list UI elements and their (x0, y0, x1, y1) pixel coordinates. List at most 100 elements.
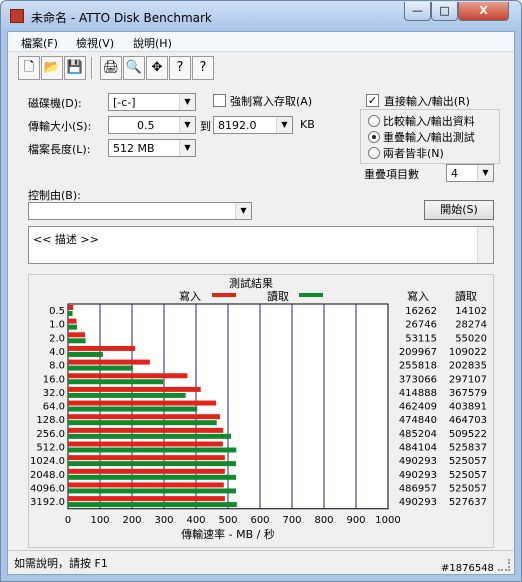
result-chart: 測試結果寫入 讀取 寫入 讀取 0 100 200 300 400 500 600 700 800 900… (30, 276, 487, 541)
write-value: 16262 (405, 306, 437, 317)
x-tick-label: 1000 (375, 515, 400, 526)
read-bar (68, 461, 237, 467)
status-bar: 如需說明，請按 F1 #1876548 (8, 550, 514, 574)
write-value: 474840 (399, 415, 437, 426)
chevron-down-icon: ▼ (276, 117, 292, 133)
compare-data-radio[interactable] (368, 115, 380, 127)
help-icon[interactable]: ? (169, 56, 191, 80)
new-icon[interactable]: 🗋 (18, 56, 40, 80)
write-bar (68, 496, 225, 502)
write-bar (68, 386, 201, 392)
close-button[interactable]: X (458, 2, 509, 21)
transfer-to-value: 8192.0 (218, 119, 257, 132)
menu-help[interactable]: 說明(H) (133, 35, 172, 51)
transfer-from-value: 0.5 (137, 119, 155, 132)
x-tick-label: 800 (314, 515, 333, 526)
chevron-down-icon: ▼ (179, 140, 195, 156)
transfer-to-select[interactable]: 8192.0 ▼ (213, 116, 293, 134)
write-value: 373066 (399, 374, 437, 385)
write-value: 490293 (399, 470, 437, 481)
results-title: 測試結果 (229, 276, 273, 290)
write-value: 490293 (399, 497, 437, 508)
read-value: 527637 (449, 497, 487, 508)
read-value: 14102 (455, 306, 487, 317)
force-write-label: 強制寫入存取(A) (230, 95, 313, 108)
toolbar-separator (91, 57, 93, 79)
read-bar (68, 420, 217, 426)
read-value: 403891 (449, 402, 487, 413)
write-bar (68, 441, 223, 447)
read-value: 509522 (449, 429, 487, 440)
write-value: 414888 (399, 388, 437, 399)
preview-icon[interactable]: 🔍 (123, 56, 145, 80)
app-window: 未命名 - ATTO Disk Benchmark — □ X 檔案(F) 檢視… (0, 0, 522, 582)
read-value: 367579 (449, 388, 487, 399)
read-value: 297107 (449, 374, 487, 385)
queue-depth-label: 重疊項目數 (364, 168, 419, 181)
read-value: 525057 (449, 470, 487, 481)
legend-read-swatch (299, 293, 323, 297)
controlled-by-select[interactable]: ▼ (28, 202, 252, 220)
read-bar (68, 365, 133, 371)
overlap-test-radio[interactable] (368, 131, 380, 143)
x-axis-label: 傳輸速率 - MB / 秒 (181, 527, 275, 541)
drive-value: [-c-] (113, 96, 136, 109)
write-bar (68, 318, 77, 324)
x-tick-label: 300 (154, 515, 173, 526)
y-tick-label: 2.0 (49, 333, 65, 344)
description-scrollbar[interactable] (477, 227, 493, 263)
resize-grip-icon[interactable] (498, 559, 510, 571)
minimize-button[interactable]: — (404, 2, 431, 21)
whats-this-icon[interactable]: ? (192, 56, 214, 80)
queue-depth-select[interactable]: 4 ▼ (446, 164, 494, 182)
write-value: 255818 (399, 361, 437, 372)
force-write-checkbox[interactable] (213, 94, 226, 107)
chevron-down-icon: ▼ (235, 203, 251, 219)
x-tick-label: 700 (282, 515, 301, 526)
chevron-down-icon: ▼ (179, 94, 195, 110)
read-bar (68, 406, 198, 412)
read-bar (68, 488, 237, 494)
transfer-from-select[interactable]: 0.5 ▼ (108, 116, 196, 134)
read-value: 28274 (455, 320, 487, 331)
y-tick-label: 64.0 (43, 402, 65, 413)
move-icon[interactable]: ✥ (146, 56, 168, 80)
write-value: 26746 (405, 320, 437, 331)
drive-select[interactable]: [-c-] ▼ (108, 93, 196, 111)
title-bar[interactable]: 未命名 - ATTO Disk Benchmark — □ X (1, 1, 521, 31)
legend-write-swatch (212, 293, 236, 297)
direct-io-checkbox[interactable]: ✓ (366, 94, 379, 107)
window-title: 未命名 - ATTO Disk Benchmark (31, 11, 212, 25)
read-bar (68, 474, 237, 480)
y-tick-label: 4096.0 (30, 483, 65, 494)
menu-file[interactable]: 檔案(F) (21, 35, 58, 51)
write-bar (68, 400, 216, 406)
y-tick-label: 4.0 (49, 347, 65, 358)
io-options-group: 比較輸入/輸出資料 重疊輸入/輸出測試 兩者皆非(N) (360, 109, 500, 164)
read-value: 525837 (449, 443, 487, 454)
description-field[interactable]: << 描述 >> (28, 226, 494, 264)
y-tick-label: 128.0 (36, 415, 65, 426)
x-tick-label: 400 (186, 515, 205, 526)
write-value: 484104 (399, 443, 437, 454)
y-tick-label: 512.0 (36, 443, 65, 454)
write-value: 209967 (399, 347, 437, 358)
start-button[interactable]: 開始(S) (424, 200, 494, 220)
write-value: 485204 (399, 429, 437, 440)
print-icon[interactable]: 🖨 (100, 56, 122, 80)
read-bar (68, 392, 186, 398)
write-bar (68, 305, 74, 310)
read-value: 464703 (449, 415, 487, 426)
x-tick-label: 100 (90, 515, 109, 526)
maximize-button[interactable]: □ (431, 2, 458, 21)
save-icon[interactable]: 💾 (64, 56, 86, 80)
write-bar (68, 427, 224, 433)
read-bar (68, 447, 237, 453)
y-tick-label: 16.0 (43, 374, 65, 385)
write-bar (68, 373, 188, 379)
column-read-header: 讀取 (455, 289, 477, 303)
file-length-select[interactable]: 512 MB ▼ (108, 139, 196, 157)
open-icon[interactable]: 📂 (41, 56, 63, 80)
menu-view[interactable]: 檢視(V) (76, 35, 114, 51)
neither-radio[interactable] (368, 147, 380, 159)
